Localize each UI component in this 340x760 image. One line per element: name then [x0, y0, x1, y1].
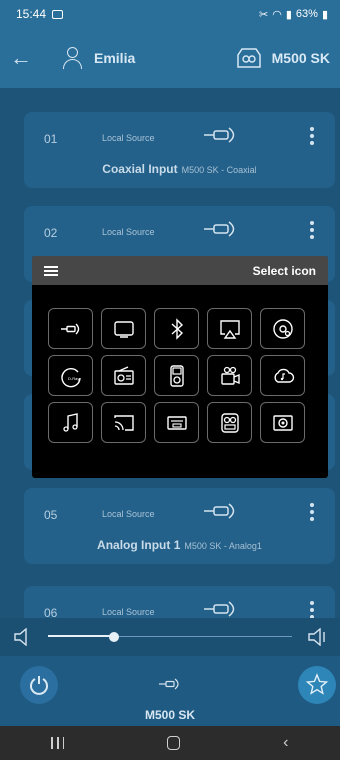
- source-subtitle: M500 SK - Analog1: [184, 541, 262, 551]
- icon-option-cast[interactable]: [101, 402, 146, 443]
- d-ray-label: D-Ray: [68, 376, 79, 381]
- volume-knob[interactable]: [108, 632, 119, 642]
- source-number: 02: [44, 226, 58, 240]
- tape-deck-icon: [220, 412, 239, 433]
- icon-option-music-note[interactable]: [48, 402, 93, 443]
- power-icon: [30, 676, 48, 695]
- cassette-icon: [166, 415, 187, 430]
- source-number: 01: [44, 132, 58, 146]
- source-name: Coaxial Input: [102, 162, 178, 176]
- icon-option-cloud-music[interactable]: [260, 355, 305, 396]
- airplay-icon: [219, 319, 240, 339]
- image-notification-icon: [52, 9, 64, 19]
- jack-icon: [204, 127, 235, 143]
- jack-icon: [204, 503, 235, 519]
- device-selector[interactable]: M500 SK: [236, 47, 330, 69]
- signal-icon: ▮: [285, 8, 292, 21]
- dialog-header: Select icon: [32, 256, 328, 285]
- jack-icon: [60, 323, 79, 334]
- back-arrow-icon[interactable]: ←: [10, 45, 40, 71]
- more-options-icon[interactable]: [309, 598, 315, 618]
- more-options-icon[interactable]: [309, 218, 315, 242]
- jack-icon: [204, 221, 235, 237]
- disc-icon: [272, 318, 293, 339]
- icon-option-disc[interactable]: [260, 308, 305, 349]
- wifi-icon: ◠: [272, 8, 282, 21]
- speaker-icon: [272, 414, 293, 431]
- more-options-icon[interactable]: [309, 124, 315, 148]
- icon-option-bluetooth[interactable]: [154, 308, 199, 349]
- back-icon[interactable]: ‹: [283, 734, 288, 752]
- menu-icon[interactable]: [44, 265, 58, 276]
- source-card[interactable]: 06 Local Source: [24, 586, 335, 618]
- home-icon[interactable]: [167, 736, 181, 750]
- icon-option-tv[interactable]: [101, 308, 146, 349]
- icon-option-cassette[interactable]: [154, 402, 199, 443]
- status-indicators: ✂ ◠ ▮ 63% ▮: [259, 8, 328, 21]
- battery-icon: ▮: [321, 8, 328, 21]
- source-card[interactable]: 05 Local Source Analog Input 1 M500 SK - …: [24, 488, 335, 564]
- icon-option-ipod[interactable]: [154, 355, 199, 396]
- volume-down-icon[interactable]: [12, 628, 34, 646]
- device-icon: [236, 48, 261, 68]
- more-options-icon[interactable]: [309, 500, 315, 524]
- now-playing-device: M500 SK: [144, 708, 196, 722]
- music-note-icon: [62, 412, 78, 432]
- icon-option-d-ray[interactable]: D-Ray: [48, 355, 93, 396]
- recent-apps-icon[interactable]: [51, 737, 65, 749]
- volume-up-icon[interactable]: [306, 628, 328, 646]
- power-button[interactable]: [20, 666, 58, 704]
- icon-grid: D-Ray: [48, 308, 305, 443]
- select-icon-dialog: Select icon D-Ray: [32, 256, 328, 478]
- icon-option-radio[interactable]: [101, 355, 146, 396]
- nfc-icon: ✂: [259, 8, 269, 21]
- radio-icon: [113, 365, 134, 385]
- source-type: Local Source: [102, 607, 155, 617]
- app-header: ← Emilia M500 SK: [0, 28, 340, 88]
- source-number: 06: [44, 606, 58, 618]
- ipod-icon: [169, 364, 184, 387]
- jack-icon: [204, 601, 235, 617]
- user-icon[interactable]: [62, 46, 84, 70]
- volume-slider[interactable]: [48, 628, 292, 646]
- status-time: 15:44: [16, 7, 47, 21]
- source-type: Local Source: [102, 227, 155, 237]
- icon-option-projector[interactable]: [207, 355, 252, 396]
- bluetooth-icon: [171, 317, 183, 340]
- favorites-button[interactable]: [298, 666, 336, 704]
- source-card[interactable]: 01 Local Source Coaxial Input M500 SK - C…: [24, 112, 335, 188]
- icon-option-tape-deck[interactable]: [207, 402, 252, 443]
- source-type: Local Source: [102, 133, 155, 143]
- system-navigation-bar: ‹: [0, 726, 340, 760]
- icon-option-jack[interactable]: [48, 308, 93, 349]
- username[interactable]: Emilia: [94, 50, 135, 66]
- source-name-line: Coaxial Input M500 SK - Coaxial: [24, 162, 335, 176]
- icon-option-airplay[interactable]: [207, 308, 252, 349]
- source-number: 05: [44, 508, 58, 522]
- volume-bar: [0, 618, 340, 656]
- battery-percent: 63%: [295, 8, 318, 20]
- icon-option-speaker[interactable]: [260, 402, 305, 443]
- device-name: M500 SK: [271, 50, 330, 66]
- source-name-line: Analog Input 1 M500 SK - Analog1: [24, 538, 335, 552]
- d-ray-icon: D-Ray: [60, 367, 81, 387]
- source-name: Analog Input 1: [97, 538, 181, 552]
- now-playing-bar: M500 SK: [0, 656, 340, 726]
- current-source-jack-icon: [159, 678, 179, 690]
- volume-fill: [48, 635, 114, 637]
- projector-icon: [220, 366, 240, 385]
- cast-icon: [113, 414, 134, 431]
- cloud-music-icon: [274, 368, 294, 383]
- status-time-group: 15:44: [16, 7, 64, 21]
- status-bar: 15:44 ✂ ◠ ▮ 63% ▮: [0, 0, 340, 28]
- source-subtitle: M500 SK - Coaxial: [181, 165, 257, 175]
- source-type: Local Source: [102, 509, 155, 519]
- dialog-title: Select icon: [252, 263, 316, 278]
- tv-icon: [113, 320, 134, 338]
- star-user-icon: [305, 673, 329, 695]
